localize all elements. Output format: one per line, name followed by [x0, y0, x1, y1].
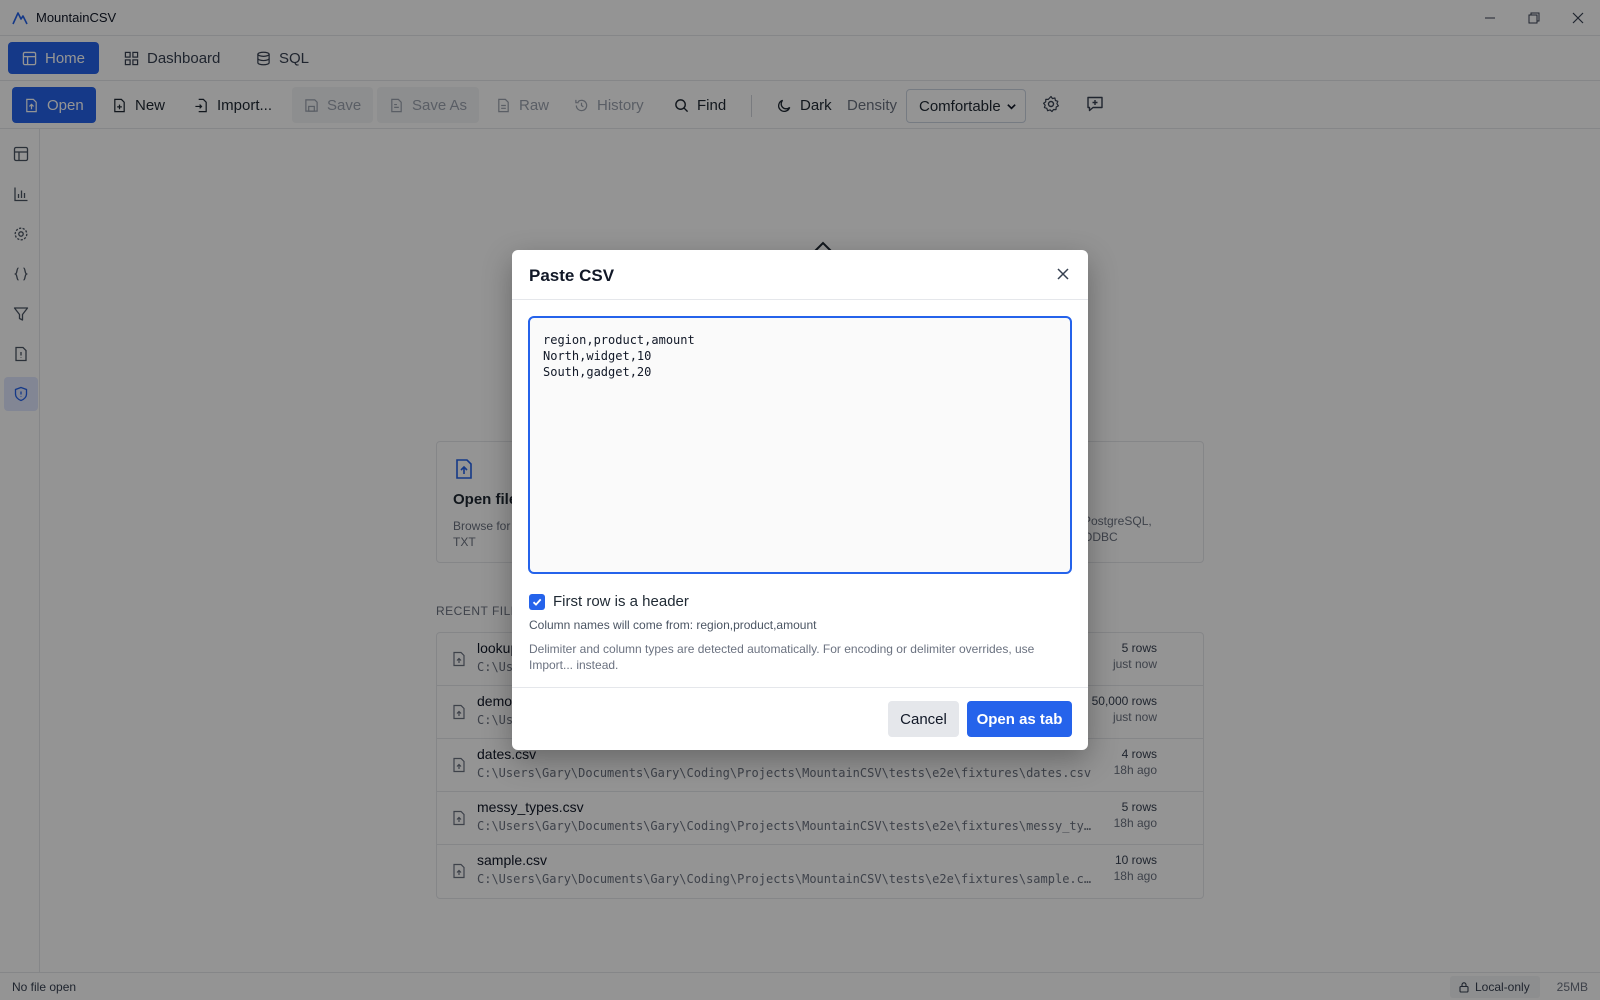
header-checkbox-label: First row is a header — [553, 593, 689, 610]
paste-csv-dialog: Paste CSV region,product,amount North,wi… — [512, 250, 1088, 750]
open-as-tab-button[interactable]: Open as tab — [967, 701, 1072, 737]
dialog-header: Paste CSV — [512, 250, 1088, 300]
checkbox-checked[interactable] — [529, 593, 545, 610]
dialog-close-button[interactable] — [1056, 267, 1072, 283]
header-row-checkbox[interactable]: First row is a header — [529, 593, 689, 610]
auto-detect-hint: Delimiter and column types are detected … — [529, 642, 1035, 672]
close-icon — [1057, 268, 1069, 280]
dialog-footer: Cancel Open as tab — [512, 687, 1088, 750]
check-icon — [532, 598, 542, 606]
column-names-hint: Column names will come from: region,prod… — [529, 618, 817, 632]
dialog-title: Paste CSV — [529, 266, 615, 285]
csv-textarea[interactable]: region,product,amount North,widget,10 So… — [528, 316, 1072, 574]
cancel-button[interactable]: Cancel — [888, 701, 959, 737]
